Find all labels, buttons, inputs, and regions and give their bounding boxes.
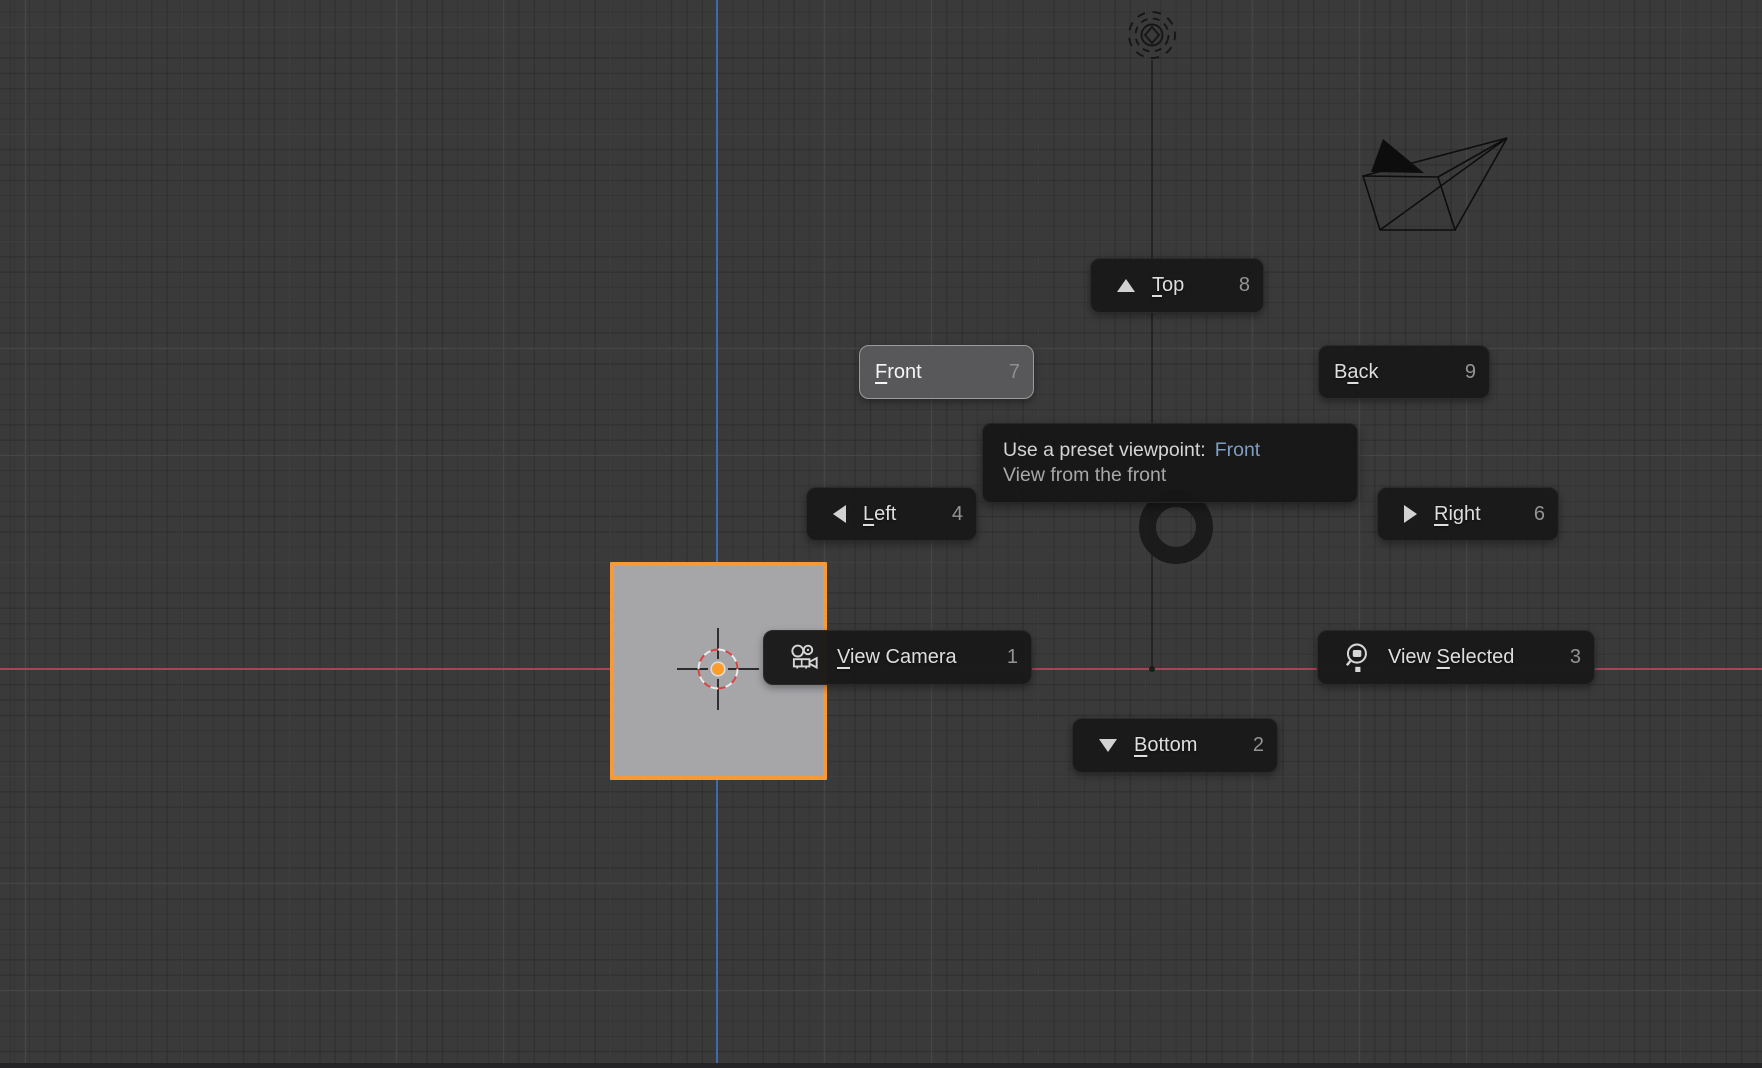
pie-item-front[interactable]: Front 7 xyxy=(859,345,1034,399)
pie-item-right[interactable]: Right 6 xyxy=(1377,487,1559,541)
tooltip-line1: Use a preset viewpoint: Front xyxy=(1003,439,1261,461)
point-light-icon[interactable] xyxy=(1120,3,1184,67)
pie-item-label: View Selected xyxy=(1388,646,1515,668)
light-relationship-line xyxy=(1151,60,1153,669)
pie-item-view-selected[interactable]: View Selected 3 xyxy=(1317,630,1595,685)
cursor-center-dot xyxy=(710,661,726,677)
light-line-end-dot xyxy=(1149,666,1155,672)
pie-item-label: Front xyxy=(875,360,922,383)
tooltip-line2: View from the front xyxy=(1003,464,1167,486)
tooltip: Use a preset viewpoint: Front View from t… xyxy=(982,423,1358,503)
pie-item-label: Back xyxy=(1334,360,1379,383)
pie-item-hotkey: 6 xyxy=(1533,502,1545,525)
pie-item-hotkey: 2 xyxy=(1252,734,1264,756)
pie-item-label: Left xyxy=(863,502,897,525)
triangle-right-icon xyxy=(1404,505,1417,523)
pie-item-hotkey: 3 xyxy=(1569,646,1581,668)
camera-up-triangle xyxy=(1371,139,1424,173)
3d-cursor xyxy=(677,628,759,710)
z-axis-line xyxy=(716,0,719,1068)
triangle-left-icon xyxy=(833,505,846,523)
zoom-selected-icon xyxy=(1344,642,1371,673)
pie-item-label: Right xyxy=(1434,502,1481,525)
triangle-up-icon xyxy=(1117,279,1135,292)
3d-viewport[interactable]: Top 8 Front 7 Back 9 Left 4 Right 6 View… xyxy=(0,0,1762,1068)
pie-item-left[interactable]: Left 4 xyxy=(806,487,977,541)
pie-item-hotkey: 1 xyxy=(1006,646,1018,668)
pie-item-hotkey: 9 xyxy=(1464,360,1476,383)
triangle-down-icon xyxy=(1099,739,1117,752)
pie-item-back[interactable]: Back 9 xyxy=(1318,345,1490,399)
movie-camera-icon xyxy=(790,644,820,671)
pie-item-label: Bottom xyxy=(1134,734,1198,756)
pie-item-hotkey: 4 xyxy=(951,502,963,525)
viewport-bottom-edge xyxy=(0,1063,1762,1068)
pie-item-top[interactable]: Top 8 xyxy=(1090,258,1264,313)
pie-item-label: View Camera xyxy=(837,646,957,668)
tooltip-value: Front xyxy=(1214,439,1261,461)
camera-object[interactable] xyxy=(1358,128,1518,240)
pie-item-label: Top xyxy=(1152,274,1185,296)
pie-item-view-camera[interactable]: View Camera 1 xyxy=(763,630,1032,685)
pie-item-hotkey: 7 xyxy=(1008,360,1020,383)
pie-item-hotkey: 8 xyxy=(1238,274,1250,296)
pie-item-bottom[interactable]: Bottom 2 xyxy=(1072,718,1278,773)
